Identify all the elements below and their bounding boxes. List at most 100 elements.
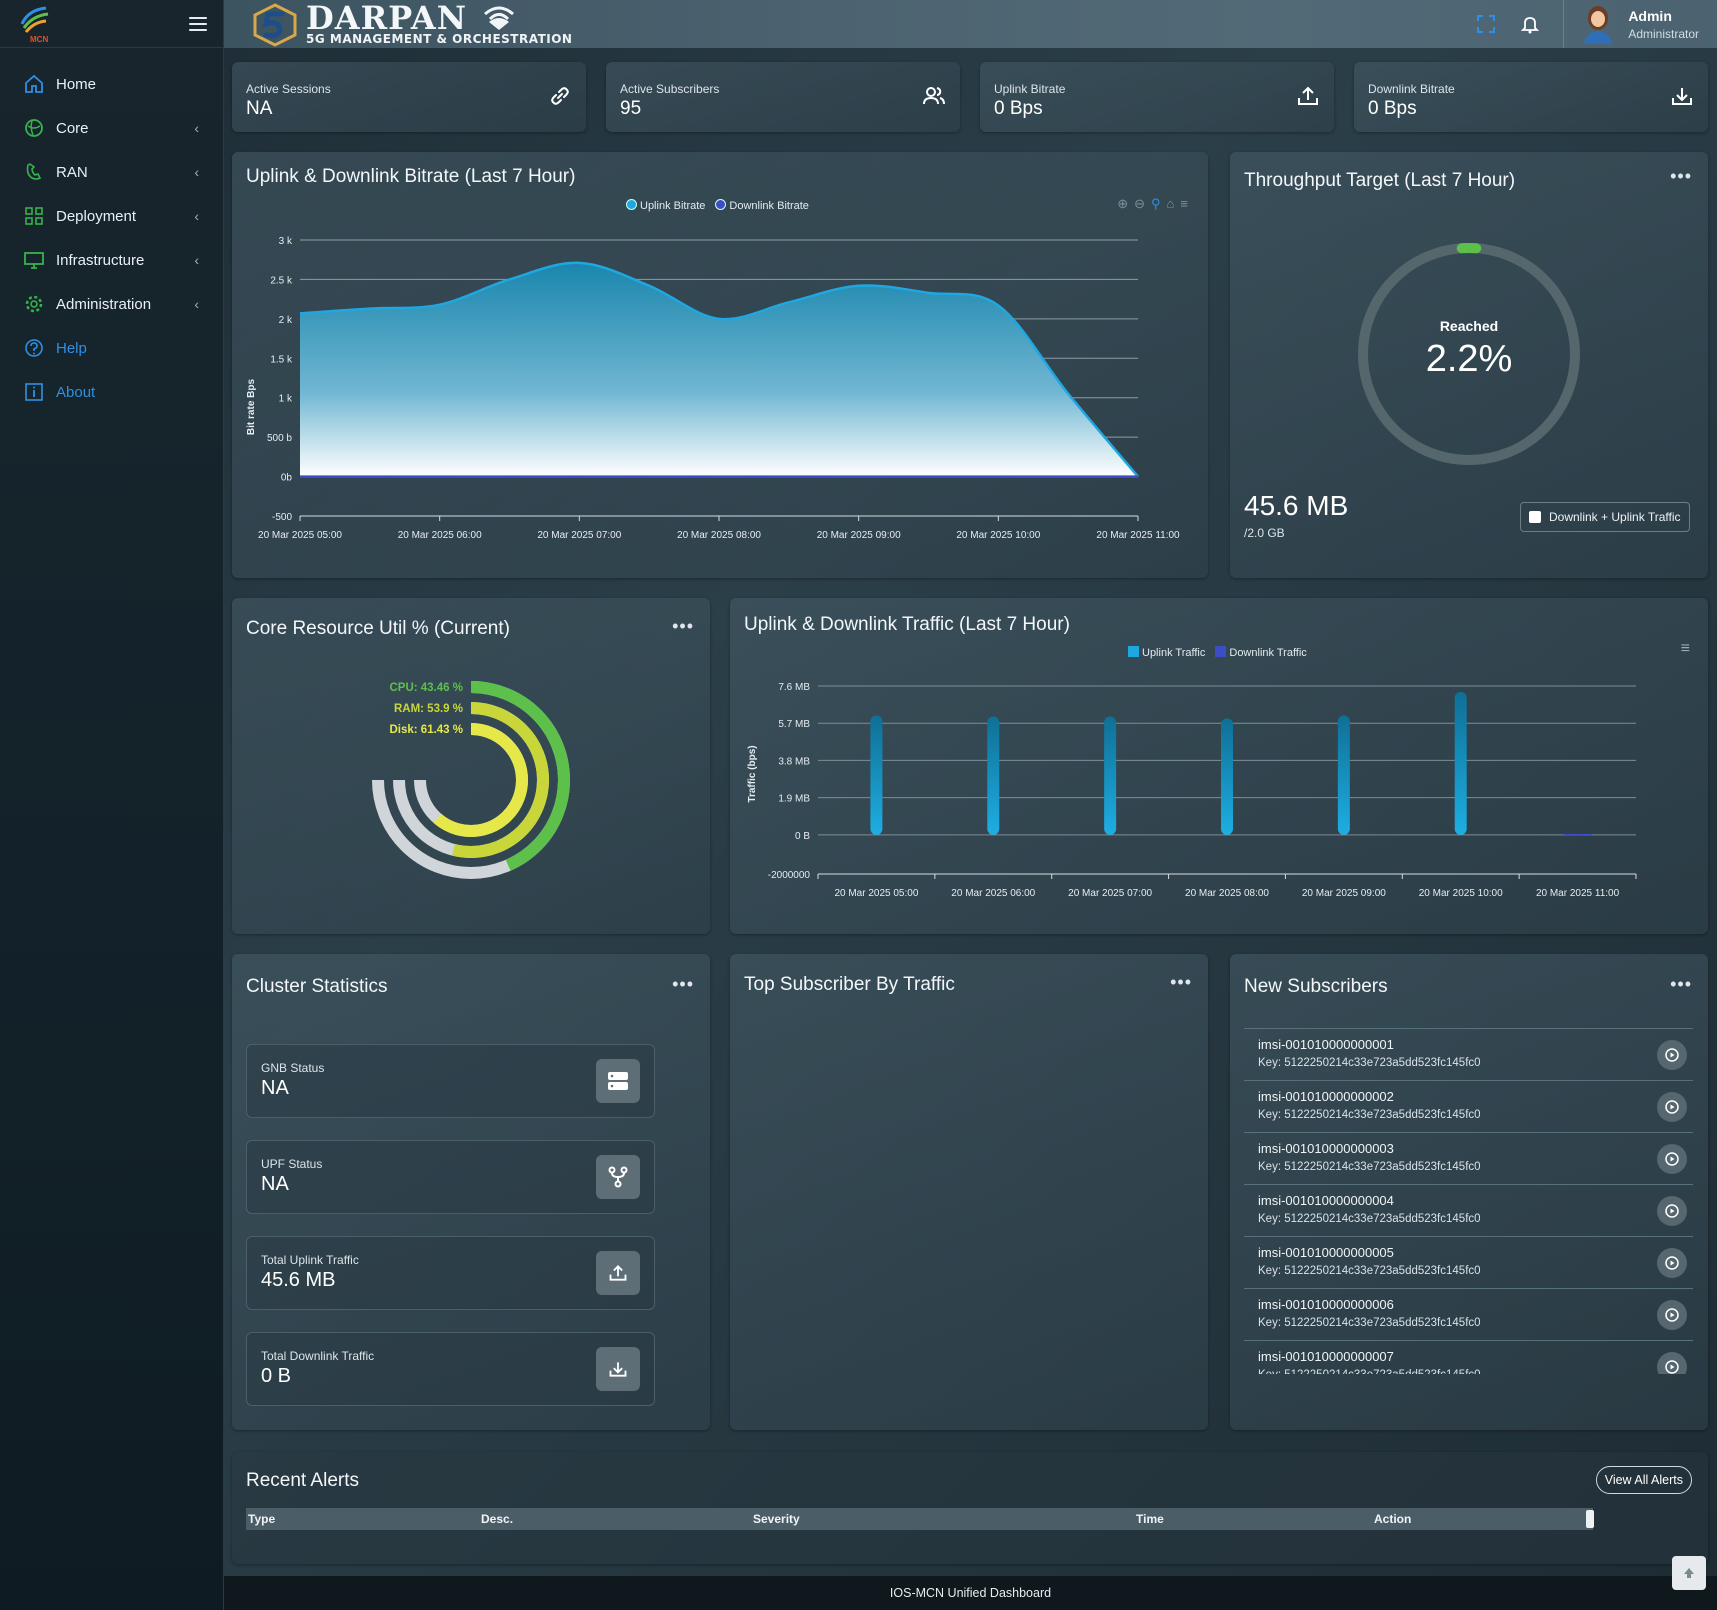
user-menu[interactable]: Admin Administrator [1563, 0, 1717, 48]
upload-icon [1298, 86, 1318, 105]
bitrate-ylabel: Bit rate Bps [246, 379, 257, 436]
traffic-chart-card: Uplink & Downlink Traffic (Last 7 Hour) … [730, 598, 1708, 934]
fullscreen-icon[interactable] [1475, 13, 1497, 35]
monitor-icon [24, 250, 44, 270]
col-action[interactable]: Action [1374, 1512, 1411, 1526]
subscriber-key: Key: 5122250214c33e723a5dd523fc145fc0 [1258, 1369, 1481, 1374]
col-type[interactable]: Type [248, 1512, 275, 1526]
y-tick-label: 7.6 MB [778, 682, 810, 693]
mcn-logo[interactable]: MCN [16, 4, 54, 44]
grid-icon [24, 206, 44, 226]
download-icon [1672, 88, 1692, 105]
throughput-target: /2.0 GB [1244, 526, 1285, 540]
branch-icon[interactable] [596, 1155, 640, 1199]
uplink-traffic-bar [987, 716, 1000, 835]
x-tick-label: 20 Mar 2025 11:00 [1096, 530, 1180, 541]
wireless-logo-icon [484, 6, 514, 30]
stat-card-active-subscribers: Active Subscribers 95 [606, 62, 960, 132]
reached-label: Reached [1439, 318, 1499, 334]
user-role: Administrator [1628, 26, 1699, 41]
gnb-status-box: GNB Status NA [246, 1044, 655, 1118]
sidebar-item-label: Deployment [56, 207, 137, 225]
notification-bell-icon[interactable] [1519, 13, 1541, 35]
chevron-left-icon: ‹ [194, 252, 199, 268]
x-tick-label: 20 Mar 2025 07:00 [537, 530, 621, 541]
uplink-traffic-bar [1104, 716, 1117, 835]
col-time[interactable]: Time [1136, 1512, 1164, 1526]
subscriber-imsi: imsi-001010000000002 [1258, 1089, 1394, 1104]
sidebar-item-deployment[interactable]: Deployment ‹ [0, 194, 223, 238]
bitrate-chart: Bit rate Bps 3 k 2.5 k 2 k 1.5 k 1 k 500 b 0b -… [246, 236, 1180, 541]
gnb-status-label: GNB Status [261, 1061, 325, 1075]
upf-status-box: UPF Status NA [246, 1140, 655, 1214]
list-item[interactable]: imsi-001010000000004 Key: 5122250214c33e7… [1244, 1184, 1693, 1236]
sidebar-item-about[interactable]: About [0, 370, 223, 414]
more-options-icon[interactable]: ••• [1170, 972, 1192, 993]
upload-icon[interactable] [596, 1251, 640, 1295]
sidebar-item-core[interactable]: Core ‹ [0, 106, 223, 150]
view-all-alerts-button[interactable]: View All Alerts [1595, 1466, 1692, 1494]
more-options-icon[interactable]: ••• [1670, 974, 1692, 995]
stat-card-downlink-bitrate: Downlink Bitrate 0 Bps [1354, 62, 1708, 132]
scroll-to-top-button[interactable] [1672, 1556, 1706, 1590]
view-subscriber-button[interactable] [1657, 1196, 1687, 1226]
list-item[interactable]: imsi-001010000000007 Key: 5122250214c33e7… [1244, 1340, 1693, 1374]
chevron-left-icon: ‹ [194, 208, 199, 224]
y-tick-label: 1 k [279, 394, 293, 405]
sidebar-item-ran[interactable]: RAN ‹ [0, 150, 223, 194]
view-subscriber-button[interactable] [1657, 1092, 1687, 1122]
col-severity[interactable]: Severity [753, 1512, 800, 1526]
view-subscriber-button[interactable] [1657, 1040, 1687, 1070]
subscriber-imsi: imsi-001010000000001 [1258, 1037, 1394, 1052]
sidebar-item-help[interactable]: Help [0, 326, 223, 370]
sidebar-item-administration[interactable]: Administration ‹ [0, 282, 223, 326]
list-item[interactable]: imsi-001010000000003 Key: 5122250214c33e7… [1244, 1132, 1693, 1184]
stat-value: 95 [620, 98, 642, 119]
reached-percent: 2.2% [1425, 338, 1513, 380]
more-options-icon[interactable]: ••• [672, 974, 694, 995]
x-tick-label: 20 Mar 2025 07:00 [1068, 888, 1152, 899]
stat-card-uplink-bitrate: Uplink Bitrate 0 Bps [980, 62, 1334, 132]
legend-swatch [1529, 511, 1541, 523]
sidebar-item-label: About [56, 383, 96, 401]
list-item[interactable]: imsi-001010000000006 Key: 5122250214c33e7… [1244, 1288, 1693, 1340]
uplink-bitrate-area [300, 262, 1138, 477]
core-icon [24, 118, 44, 138]
list-item[interactable]: imsi-001010000000001 Key: 5122250214c33e7… [1244, 1028, 1693, 1080]
recent-alerts-card: Recent Alerts View All Alerts Type Desc.… [232, 1452, 1708, 1564]
view-subscriber-button[interactable] [1657, 1248, 1687, 1278]
subscriber-key: Key: 5122250214c33e723a5dd523fc145fc0 [1258, 1317, 1481, 1329]
traffic-ylabel: Traffic (bps) [747, 745, 758, 802]
col-desc[interactable]: Desc. [481, 1512, 513, 1526]
view-subscriber-button[interactable] [1657, 1144, 1687, 1174]
subscriber-list[interactable]: imsi-001010000000001 Key: 5122250214c33e7… [1230, 1028, 1708, 1374]
list-item[interactable]: imsi-001010000000005 Key: 5122250214c33e7… [1244, 1236, 1693, 1288]
download-icon[interactable] [596, 1347, 640, 1391]
menu-toggle-button[interactable] [189, 16, 207, 31]
table-scrollbar[interactable] [1586, 1510, 1594, 1528]
app-logo[interactable]: DARPAN 5G MANAGEMENT & ORCHESTRATION [250, 2, 572, 48]
subscriber-imsi: imsi-001010000000004 [1258, 1193, 1394, 1208]
subscriber-key: Key: 5122250214c33e723a5dd523fc145fc0 [1258, 1161, 1481, 1173]
sidebar-item-infrastructure[interactable]: Infrastructure ‹ [0, 238, 223, 282]
top-subscriber-title: Top Subscriber By Traffic [744, 974, 955, 995]
bitrate-chart-card: Uplink & Downlink Bitrate (Last 7 Hour) … [232, 152, 1208, 578]
subscriber-imsi: imsi-001010000000007 [1258, 1349, 1394, 1364]
app-subtitle: 5G MANAGEMENT & ORCHESTRATION [306, 32, 573, 46]
server-icon[interactable] [596, 1059, 640, 1103]
help-icon [24, 338, 44, 358]
y-tick-label: 2 k [279, 315, 293, 326]
sidebar-item-home[interactable]: Home [0, 62, 223, 106]
view-subscriber-button[interactable] [1657, 1352, 1687, 1374]
view-subscriber-button[interactable] [1657, 1300, 1687, 1330]
chevron-left-icon: ‹ [194, 296, 199, 312]
throughput-legend-label: Downlink + Uplink Traffic [1549, 510, 1681, 524]
gear-icon [24, 294, 44, 314]
throughput-amount: 45.6 MB [1244, 490, 1349, 521]
play-circle-icon [1665, 1204, 1679, 1218]
throughput-legend[interactable]: Downlink + Uplink Traffic [1520, 502, 1690, 532]
x-tick-label: 20 Mar 2025 06:00 [398, 530, 482, 541]
subscriber-key: Key: 5122250214c33e723a5dd523fc145fc0 [1258, 1057, 1481, 1069]
list-item[interactable]: imsi-001010000000002 Key: 5122250214c33e7… [1244, 1080, 1693, 1132]
upf-status-value: NA [261, 1173, 289, 1195]
